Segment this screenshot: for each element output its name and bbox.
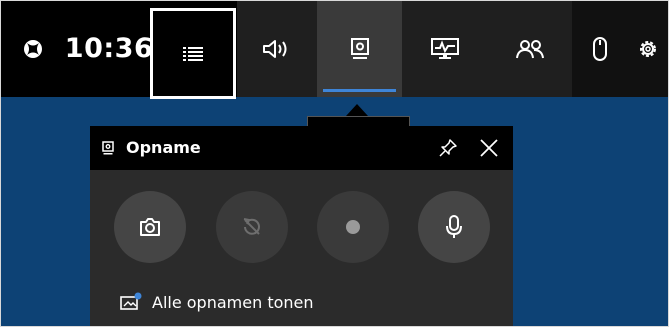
capture-button[interactable] [317,0,402,97]
microphone-icon [446,215,462,238]
clock: 10:36 [64,33,154,64]
widget-title: Opname [126,138,201,157]
capture-icon [350,37,369,59]
active-indicator [323,89,396,92]
record-button[interactable] [317,191,389,263]
mouse-button[interactable] [572,0,627,97]
widget-menu-icon [183,46,203,61]
mouse-icon [592,36,607,61]
performance-monitor-icon [430,37,459,59]
camera-icon [140,218,160,236]
xbox-button[interactable] [0,0,66,97]
pin-icon[interactable] [438,138,458,158]
record-last-button[interactable] [216,191,288,263]
widget-menu-button[interactable] [150,8,236,99]
audio-button[interactable] [237,0,317,97]
game-bar: 10:36 [0,0,669,99]
tooltip-arrow [346,104,368,116]
record-last-icon [243,218,260,235]
microphone-button[interactable] [418,191,490,263]
widget-header: Opname [90,126,513,170]
speaker-icon [263,39,287,58]
show-all-label: Alle opnamen tonen [152,292,314,312]
gear-icon [640,40,656,57]
gallery-icon [120,292,142,310]
close-icon[interactable] [479,138,499,158]
screenshot-button[interactable] [114,191,186,263]
people-icon [515,39,544,58]
social-button[interactable] [487,0,572,97]
xbox-logo-icon [24,39,42,58]
capture-icon [102,141,114,155]
settings-button[interactable] [627,0,669,97]
record-dot-icon [346,220,360,234]
show-all-captures-link[interactable]: Alle opnamen tonen [120,292,314,312]
performance-button[interactable] [402,0,487,97]
